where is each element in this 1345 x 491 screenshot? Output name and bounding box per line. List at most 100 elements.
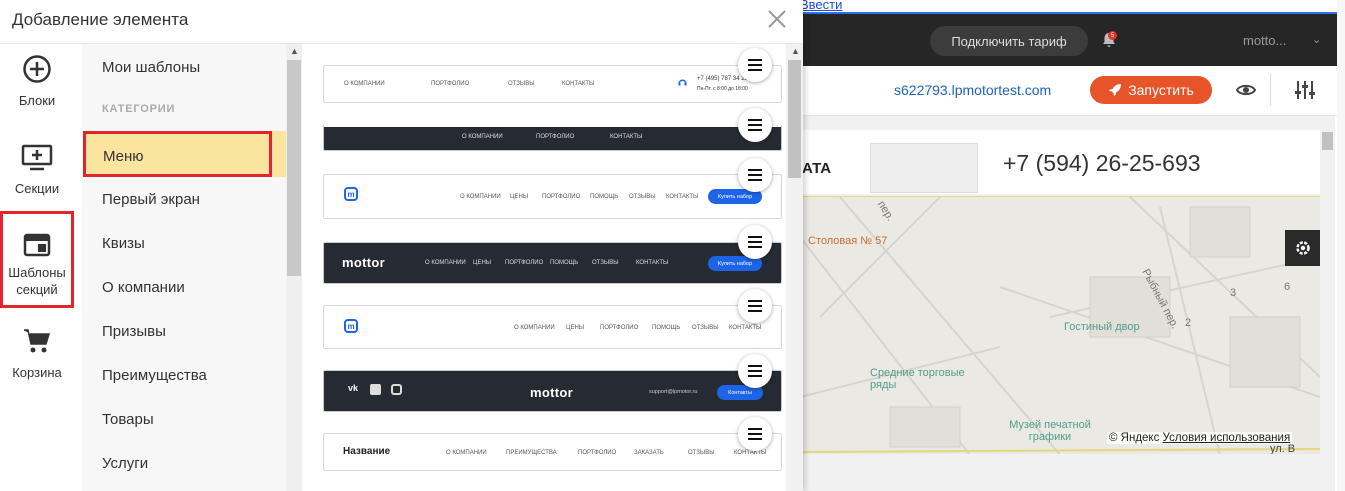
template-nav-item: ОТЗЫВЫ [508,81,535,87]
category-item-services[interactable]: Услуги [102,455,148,472]
template-nav-item: ПОРТФОЛИО [578,450,617,456]
map-poi-museum: Музей печатной графики [1009,419,1091,443]
template-nav-item: ОТЗЫВЫ [688,450,715,456]
category-item-calls[interactable]: Призывы [102,323,166,340]
template-brand: mottor [342,255,385,270]
category-item-advantages[interactable]: Преимущества [102,367,207,384]
template-nav-item: ЦЕНЫ [473,260,492,266]
page-scrollbar-thumb[interactable] [1322,132,1333,150]
rail-item-label-line1: Шаблоны [8,265,66,280]
selected-category-highlight [272,131,286,177]
template-menu-button[interactable] [738,417,772,451]
template-menu-button[interactable] [738,354,772,388]
my-templates-item[interactable]: Мои шаблоны [102,59,200,76]
template-card[interactable]: m О КОМПАНИИ ЦЕНЫ ПОРТФОЛИО ПОМОЩЬ ОТЗЫВ… [323,174,782,219]
map-poi-cafe: Столовая № 57 [808,235,888,247]
map-terms-link[interactable]: Условия использования [1163,432,1291,444]
map-poi-trade-rows: Средние торговые ряды [870,367,965,391]
template-menu-button[interactable] [738,289,772,323]
rail-item-blocks[interactable]: Блоки [0,54,74,150]
headset-icon [678,79,687,86]
yandex-map[interactable]: пер. Столовая № 57 Рыбный пер. Гостиный … [800,196,1320,454]
template-nav-item: О КОМПАНИИ [446,450,487,456]
map-building-number: 3 [1230,287,1237,299]
template-nav-item: КОНТАКТЫ [729,325,762,331]
scroll-up-arrow-icon[interactable]: ▲ [290,46,299,56]
category-item-menu[interactable]: Меню [83,131,272,177]
menu-icon [748,236,762,248]
template-menu-button[interactable] [738,48,772,82]
template-card[interactable]: Название О КОМПАНИИ ПРЕИМУЩЕСТВА ПОРТФОЛ… [323,433,782,471]
template-nav-item: ПОМОЩЬ [590,194,619,200]
rail-item-label: Секции [14,181,60,196]
template-logo-icon: m [344,319,358,333]
rail-item-section-templates[interactable]: Шаблоны секций [0,211,74,308]
template-menu-button[interactable] [738,158,772,192]
template-brand: mottor [530,385,573,400]
template-nav-item: КОНТАКТЫ [666,194,699,200]
category-item-quizzes[interactable]: Квизы [102,235,145,252]
launch-button[interactable]: Запустить [1090,76,1212,104]
template-nav-item: ПРЕИМУЩЕСТВА [506,450,557,456]
scroll-up-arrow-icon[interactable]: ▲ [791,46,800,56]
close-icon[interactable] [766,8,788,30]
map-copyright-text: © Яндекс [1109,432,1160,444]
map-building-number: 2 [1185,317,1192,329]
rail-item-label: Корзина [12,365,62,380]
template-nav-item: ПОРТФОЛИО [431,81,470,87]
category-item-about[interactable]: О компании [102,279,185,296]
menu-icon [748,169,762,181]
template-nav-item: ПОРТФОЛИО [542,194,581,200]
launch-button-label: Запустить [1128,82,1194,98]
element-type-rail: Блоки Секции Шаблоны секций Корзина [0,44,82,491]
template-card[interactable]: m О КОМПАНИИ ЦЕНЫ ПОРТФОЛИО ПОМОЩЬ ОТЗЫВ… [323,305,782,349]
plus-circle-icon [23,55,51,83]
category-item-products[interactable]: Товары [102,411,154,428]
site-logo-text: АТА [802,160,832,177]
categories-scrollbar-thumb[interactable] [287,60,301,276]
map-street-label: ул. В [1270,443,1296,454]
eye-icon[interactable] [1236,82,1256,98]
site-domain-link[interactable]: s622793.lpmotortest.com [894,82,1051,98]
template-menu-button[interactable] [738,108,772,142]
toolbar-divider [1270,74,1271,106]
page-scrollbar[interactable] [1320,116,1335,491]
template-card[interactable]: О КОМПАНИИ ПОРТФОЛИО ОТЗЫВЫ КОНТАКТЫ +7 … [323,65,782,103]
instagram-icon [391,384,402,395]
template-card[interactable]: vk mottor support@lpmotor.ru Контакты [323,370,782,412]
sliders-icon[interactable] [1294,80,1316,100]
menu-icon [748,119,762,131]
dialog-header: Добавление элемента [0,0,803,44]
template-nav-item: О КОМПАНИИ [514,325,555,331]
rail-item-label-line2: секций [16,282,58,297]
template-card[interactable]: О КОМПАНИИ ПОРТФОЛИО КОНТАКТЫ [323,124,782,151]
template-nav-item: О КОМПАНИИ [344,81,385,87]
site-phone: +7 (594) 26-25-693 [1003,150,1201,176]
template-nav-item: ЦЕНЫ [510,194,529,200]
template-card[interactable]: mottor О КОМПАНИИ ЦЕНЫ ПОРТФОЛИО ПОМОЩЬ … [323,242,782,284]
connect-plan-button[interactable]: Подключить тариф [930,26,1088,56]
template-menu-button[interactable] [738,225,772,259]
template-phone: +7 (495) 787 34 25 [697,76,748,82]
account-name[interactable]: motto... [1243,33,1286,48]
templates-scrollbar-thumb[interactable] [788,60,801,178]
category-item-label: Меню [103,148,144,165]
template-nav-item: ЦЕНЫ [566,325,585,331]
rail-item-cart[interactable]: Корзина [0,326,74,422]
section-settings-button[interactable] [1285,230,1321,266]
chevron-down-icon[interactable]: ⌄ [1312,33,1321,46]
template-nav-item: О КОМПАНИИ [460,194,501,200]
template-nav-item: ЗАКАЗАТЬ [634,450,664,456]
category-item-first-screen[interactable]: Первый экран [102,191,200,208]
template-nav-item: ОТЗЫВЫ [692,325,719,331]
top-link[interactable]: Ввести [800,0,842,12]
template-hours: Пн-Пт. с 8:00 до 18:00 [697,86,748,92]
editor-toolbar [800,66,1345,116]
template-nav-item: ПОРТФОЛИО [505,260,544,266]
categories-header: КАТЕГОРИИ [102,103,176,115]
template-logo-icon: m [344,187,358,201]
logo-placeholder [870,143,978,193]
rocket-icon [1109,84,1122,96]
rail-item-label: Блоки [18,93,56,108]
vk-icon: vk [348,383,359,393]
